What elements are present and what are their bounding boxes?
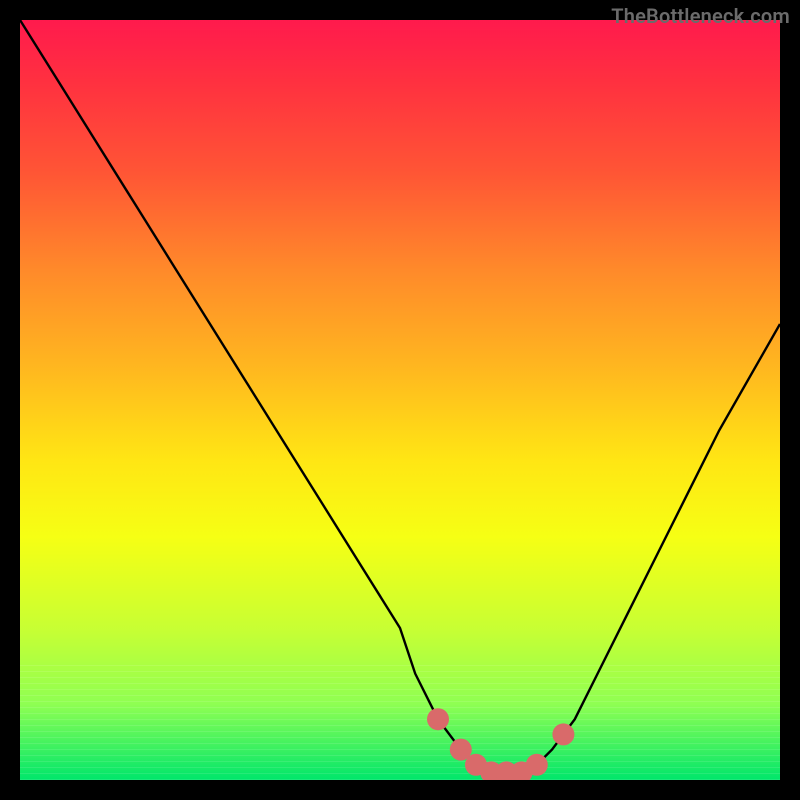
marker-valley-left-edge xyxy=(427,708,449,730)
chart-plot-area xyxy=(20,20,780,780)
marker-valley-mid-3 xyxy=(526,754,548,776)
watermark-text: TheBottleneck.com xyxy=(611,4,790,28)
chart-svg xyxy=(20,20,780,780)
marker-valley-right-gap xyxy=(552,723,574,745)
chart-frame: TheBottleneck.com xyxy=(0,0,800,800)
bottleneck-curve-path xyxy=(20,20,780,772)
valley-markers xyxy=(427,708,574,780)
